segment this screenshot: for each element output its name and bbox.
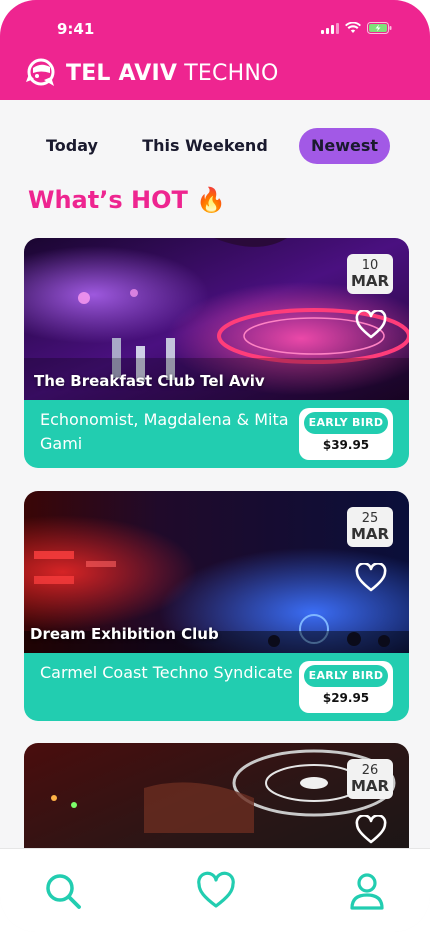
app-screen: 9:41 TEL AVIV TECHNO Today This Weekend … (0, 0, 430, 932)
event-card[interactable]: 25 MAR Dream Exhibition Club Carmel Coas… (24, 491, 409, 721)
date-day: 10 (361, 258, 379, 273)
app-header: 9:41 TEL AVIV TECHNO (0, 0, 430, 100)
battery-icon (367, 22, 392, 34)
heart-icon[interactable] (196, 871, 236, 911)
event-venue: Dream Exhibition Club (30, 625, 219, 643)
date-badge: 10 MAR (347, 254, 393, 294)
date-day: 26 (361, 763, 379, 778)
tab-newest[interactable]: Newest (299, 128, 390, 164)
app-title: TEL AVIV TECHNO (66, 61, 279, 86)
brand: TEL AVIV TECHNO (24, 56, 279, 90)
app-title-light: TECHNO (177, 60, 279, 86)
date-badge: 25 MAR (347, 507, 393, 547)
ticket-price: $39.95 (322, 438, 370, 452)
event-card[interactable]: 10 MAR The Breakfast Club Tel Aviv Echon… (24, 238, 409, 468)
ticket-price: $29.95 (322, 691, 370, 705)
wifi-icon (345, 22, 361, 33)
tab-this-weekend[interactable]: This Weekend (142, 128, 268, 164)
date-day: 25 (361, 511, 379, 526)
date-month: MAR (350, 777, 390, 795)
date-month: MAR (350, 272, 390, 290)
search-icon[interactable] (43, 871, 83, 911)
app-title-bold: TEL AVIV (66, 60, 178, 86)
event-artists: Echonomist, Magdalena & Mita Gami (40, 410, 289, 453)
ticket-type-badge: EARLY BIRD (304, 412, 388, 434)
section-title: What’s HOT 🔥 (28, 186, 227, 214)
ticket-type-badge: EARLY BIRD (304, 665, 388, 687)
favorite-heart-icon[interactable] (355, 310, 387, 340)
favorite-heart-icon[interactable] (355, 815, 387, 845)
favorite-heart-icon[interactable] (355, 563, 387, 593)
dj-headphones-logo-icon (26, 58, 55, 86)
status-time: 9:41 (57, 20, 95, 38)
status-icons (321, 22, 392, 34)
ticket-price-button[interactable]: EARLY BIRD $39.95 (299, 408, 393, 460)
ticket-price-button[interactable]: EARLY BIRD $29.95 (299, 661, 393, 713)
event-info-bar: Echonomist, Magdalena & Mita Gami EARLY … (24, 400, 409, 468)
signal-icon (321, 22, 339, 34)
bottom-nav (0, 848, 430, 932)
event-venue: The Breakfast Club Tel Aviv (34, 372, 265, 390)
filter-tabs: Today This Weekend Newest (0, 128, 430, 164)
tab-today[interactable]: Today (40, 128, 104, 164)
event-artists: Carmel Coast Techno Syndicate (40, 663, 293, 682)
event-info-bar: Carmel Coast Techno Syndicate EARLY BIRD… (24, 653, 409, 721)
date-badge: 26 MAR (347, 759, 393, 799)
user-icon[interactable] (347, 871, 387, 911)
date-month: MAR (350, 525, 390, 543)
